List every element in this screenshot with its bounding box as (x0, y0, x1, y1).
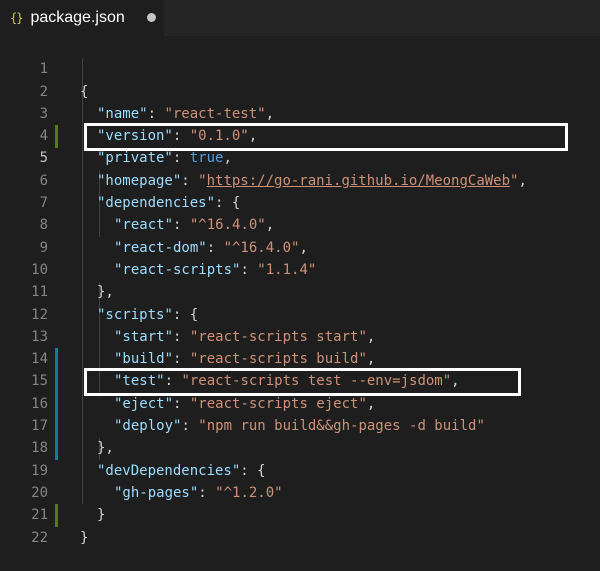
code-line: 17 }, (0, 393, 600, 456)
line-code: } (80, 527, 88, 549)
tab-title: package.json (30, 9, 125, 26)
code-line: 18 "devDependencies": { (0, 415, 600, 478)
highlight-box-homepage (84, 123, 568, 151)
brace: } (80, 529, 89, 546)
line-number: 22 (31, 529, 48, 546)
modified-dot-icon[interactable] (147, 13, 156, 22)
code-line: 8 "react-dom": "^16.4.0", (0, 192, 600, 255)
code-line: 4 "private": true, (0, 103, 600, 166)
code-line: 11 "scripts": { (0, 259, 600, 322)
code-line: 12 "start": "react-scripts start", (0, 281, 600, 345)
code-line: 20 } (0, 460, 600, 523)
tab-bar: {} package.json (0, 0, 600, 36)
code-editor[interactable]: 1 { 2 "name": "react-test", 3 "version":… (0, 36, 600, 546)
code-line: 13 "build": "react-scripts build", (0, 304, 600, 367)
code-line: 3 "version": "0.1.0", (0, 81, 600, 144)
code-line: 10 }, (0, 237, 600, 300)
code-line: 1 { (0, 36, 600, 99)
code-line: 7 "react": "^16.4.0", (0, 170, 600, 233)
code-line: 14 "test": "react-scripts test --env=jsd… (0, 326, 600, 389)
code-line: 19 "gh-pages": "^1.2.0" (0, 437, 600, 501)
tab-package-json[interactable]: {} package.json (0, 0, 164, 36)
json-file-icon: {} (10, 11, 23, 25)
code-line: 21 } (0, 482, 600, 545)
code-line: 2 "name": "react-test", (0, 58, 600, 122)
code-line: 9 "react-scripts": "1.1.4" (0, 214, 600, 278)
code-line: 22 (0, 504, 600, 546)
highlight-box-deploy (84, 368, 521, 396)
